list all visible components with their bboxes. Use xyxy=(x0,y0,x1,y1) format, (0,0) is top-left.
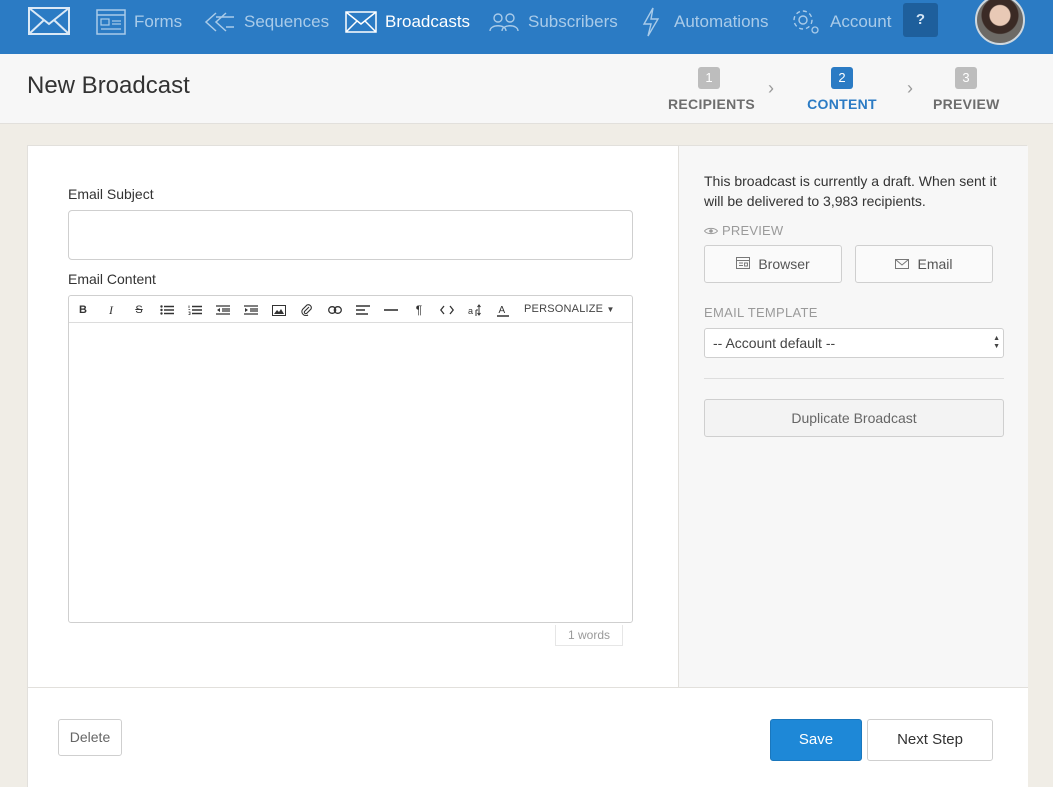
envelope-icon xyxy=(895,256,910,272)
step-content[interactable]: 2 CONTENT xyxy=(805,67,879,112)
email-template-select[interactable]: -- Account default -- ▲ ▼ xyxy=(704,328,1004,358)
card-footer: Delete Save Next Step xyxy=(28,687,1028,787)
nav-automations-label: Automations xyxy=(674,12,769,31)
step-number: 1 xyxy=(698,67,720,89)
image-icon[interactable] xyxy=(270,301,288,319)
nav-forms[interactable]: Forms xyxy=(96,0,182,44)
nav-forms-label: Forms xyxy=(134,12,183,31)
broadcast-card: Email Subject Email Content B I S ¶ a A xyxy=(27,145,1028,787)
page-header: New Broadcast 1 RECIPIENTS › 2 CONTENT ›… xyxy=(0,54,1053,124)
preview-header: PREVIEW xyxy=(703,223,784,238)
divider xyxy=(704,378,1004,379)
paragraph-icon[interactable]: ¶ xyxy=(410,301,428,319)
email-content-editor: B I S ¶ a A PERSONALIZE ▼ xyxy=(68,295,633,623)
preview-label: PREVIEW xyxy=(722,223,784,238)
nav-broadcasts-label: Broadcasts xyxy=(385,12,471,31)
preview-browser-button[interactable]: Browser xyxy=(704,245,842,283)
editor-toolbar: B I S ¶ a A PERSONALIZE ▼ xyxy=(69,296,632,323)
next-step-button[interactable]: Next Step xyxy=(867,719,993,761)
editor-body[interactable] xyxy=(69,324,632,622)
bullet-list-icon[interactable] xyxy=(158,301,176,319)
svg-text:a: a xyxy=(468,306,473,316)
step-number: 2 xyxy=(831,67,853,89)
outdent-icon[interactable] xyxy=(214,301,232,319)
code-icon[interactable] xyxy=(438,301,456,319)
page-title: New Broadcast xyxy=(27,72,190,99)
form-icon xyxy=(96,9,126,35)
step-label: CONTENT xyxy=(807,96,877,112)
people-icon xyxy=(488,11,520,33)
strikethrough-icon[interactable]: S xyxy=(130,301,148,319)
delete-button[interactable]: Delete xyxy=(58,719,122,756)
user-avatar[interactable] xyxy=(975,0,1025,45)
broadcast-sidebar: This broadcast is currently a draft. Whe… xyxy=(678,146,1028,688)
align-icon[interactable] xyxy=(354,301,372,319)
subject-label: Email Subject xyxy=(68,186,154,202)
italic-icon[interactable]: I xyxy=(102,301,120,319)
nav-broadcasts[interactable]: Broadcasts xyxy=(345,0,470,44)
email-subject-input[interactable] xyxy=(68,210,633,260)
attachment-icon[interactable] xyxy=(298,301,316,319)
nav-subscribers-label: Subscribers xyxy=(528,12,618,31)
link-icon[interactable] xyxy=(326,301,344,319)
email-label: Email xyxy=(917,256,953,272)
draft-status-text: This broadcast is currently a draft. Whe… xyxy=(704,173,997,209)
step-number: 3 xyxy=(955,67,977,89)
nav-account-label: Account xyxy=(830,12,892,31)
envelope-icon xyxy=(345,11,377,33)
svg-text:A: A xyxy=(499,305,506,316)
email-template-label: EMAIL TEMPLATE xyxy=(704,305,818,320)
font-size-icon[interactable]: a xyxy=(466,301,484,319)
nav-sequences[interactable]: Sequences xyxy=(204,0,329,44)
help-button[interactable]: ? xyxy=(903,3,938,37)
browser-icon xyxy=(736,256,751,272)
nav-account[interactable]: Account xyxy=(790,0,891,44)
personalize-label: PERSONALIZE xyxy=(524,303,604,315)
content-editor-pane: Email Subject Email Content B I S ¶ a A xyxy=(28,146,678,688)
horizontal-rule-icon[interactable] xyxy=(382,301,400,319)
browser-label: Browser xyxy=(758,256,810,272)
select-arrows-icon: ▲ ▼ xyxy=(993,335,1000,350)
content-label: Email Content xyxy=(68,271,156,287)
numbered-list-icon[interactable] xyxy=(186,301,204,319)
step-recipients[interactable]: 1 RECIPIENTS xyxy=(668,67,756,112)
duplicate-broadcast-button[interactable]: Duplicate Broadcast xyxy=(704,399,1004,437)
nav-subscribers[interactable]: Subscribers xyxy=(488,0,618,44)
sequence-arrows-icon xyxy=(204,11,236,33)
save-button[interactable]: Save xyxy=(770,719,862,761)
step-preview[interactable]: 3 PREVIEW xyxy=(933,67,999,112)
chevron-right-icon: › xyxy=(907,78,913,98)
step-label: RECIPIENTS xyxy=(668,96,756,112)
font-color-icon[interactable]: A xyxy=(494,301,512,319)
nav-automations[interactable]: Automations xyxy=(640,0,769,44)
lightning-icon xyxy=(640,7,662,37)
preview-email-button[interactable]: Email xyxy=(855,245,993,283)
nav-sequences-label: Sequences xyxy=(244,12,330,31)
step-label: PREVIEW xyxy=(933,96,1000,112)
personalize-dropdown[interactable]: PERSONALIZE ▼ xyxy=(524,303,615,315)
indent-icon[interactable] xyxy=(242,301,260,319)
word-count: 1 words xyxy=(555,625,623,646)
gear-icon xyxy=(790,7,822,37)
logo-envelope-icon[interactable] xyxy=(28,7,70,35)
eye-icon xyxy=(703,223,719,238)
template-value: -- Account default -- xyxy=(713,335,836,351)
top-navigation: Forms Sequences Broadcasts Subscribers A… xyxy=(0,0,1053,54)
chevron-right-icon: › xyxy=(768,78,774,98)
bold-icon[interactable]: B xyxy=(74,301,92,319)
caret-down-icon: ▼ xyxy=(606,305,615,314)
